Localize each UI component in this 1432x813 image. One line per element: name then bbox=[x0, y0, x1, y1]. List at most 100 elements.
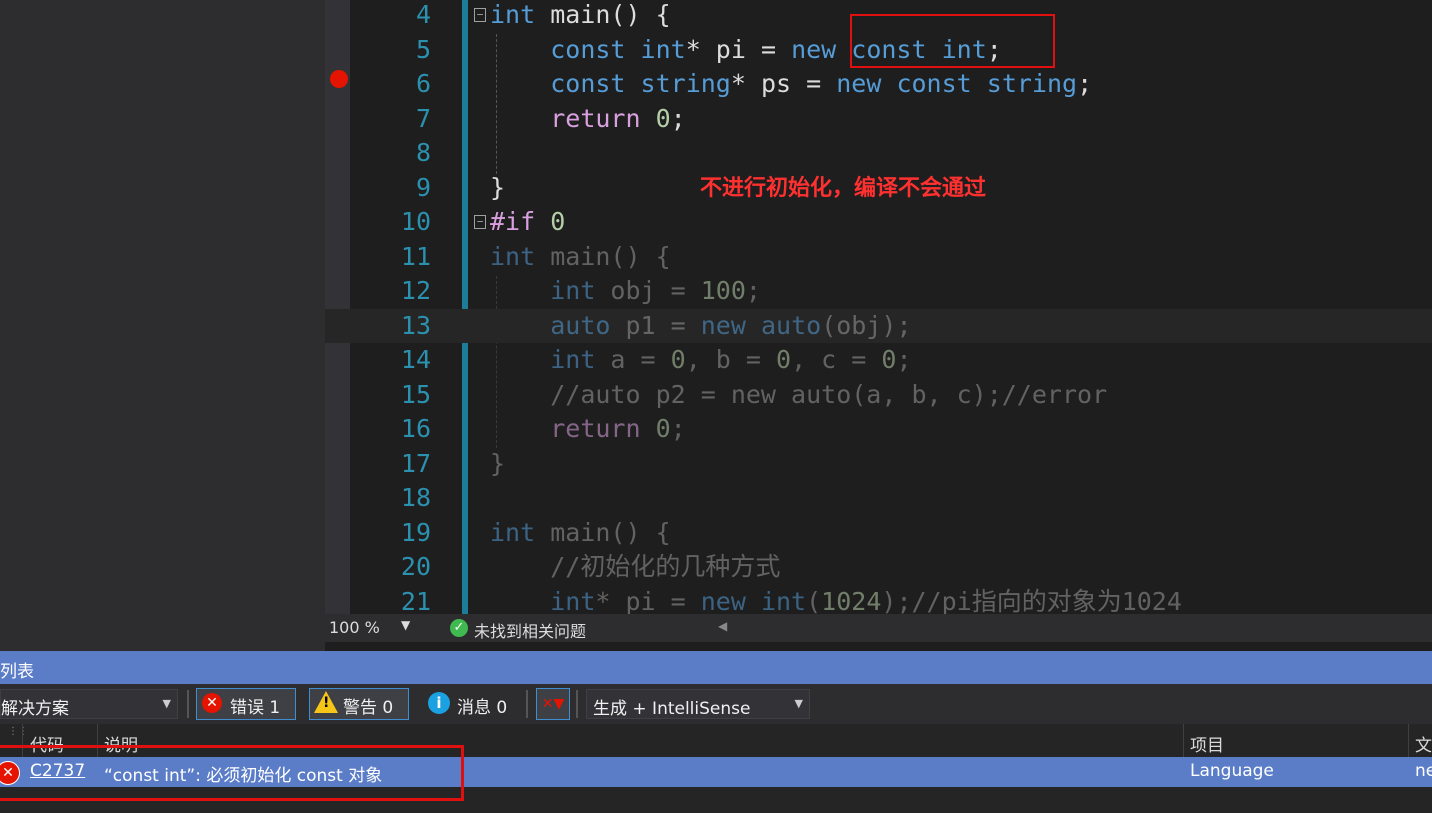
line-number: 16 bbox=[400, 414, 431, 443]
line-number: 10 bbox=[400, 207, 431, 236]
line-number: 5 bbox=[415, 34, 431, 64]
column-divider[interactable] bbox=[1408, 724, 1409, 757]
info-icon[interactable]: i bbox=[428, 692, 450, 714]
line-number: 21 bbox=[400, 586, 431, 615]
code-line[interactable]: 12 int obj = 100; bbox=[325, 274, 1432, 309]
annotation-text: 不进行初始化，编译不会通过 bbox=[700, 176, 987, 201]
code-token: int bbox=[640, 34, 686, 64]
scroll-left-icon[interactable]: ◀ bbox=[718, 619, 727, 633]
code-line[interactable]: 18 bbox=[325, 481, 1432, 516]
code-text: #if 0 bbox=[490, 205, 565, 240]
code-editor[interactable]: 4− int main() {5 const int* pi = new cons… bbox=[325, 0, 1432, 614]
code-text: int main() { bbox=[490, 0, 671, 33]
code-text: //auto p2 = new auto(a, b, c);//error bbox=[490, 378, 1107, 413]
line-number: 19 bbox=[400, 517, 431, 547]
code-token: //pi指向的对象为1024 bbox=[911, 586, 1182, 615]
code-token: , c = bbox=[791, 345, 882, 374]
header-file[interactable]: 文 bbox=[1415, 731, 1432, 756]
code-token: obj = bbox=[595, 276, 701, 305]
column-divider[interactable] bbox=[1183, 724, 1184, 757]
code-token: const bbox=[550, 34, 626, 64]
panel-title: 列表 bbox=[0, 662, 34, 682]
code-token: } bbox=[490, 172, 506, 202]
warnings-label: 警告 0 bbox=[343, 698, 394, 718]
code-token: int bbox=[760, 586, 807, 615]
line-number: 6 bbox=[415, 69, 431, 98]
code-token: ; bbox=[1077, 69, 1093, 98]
code-line[interactable]: 13 auto p1 = new auto(obj); bbox=[325, 308, 1432, 343]
errors-filter-button[interactable]: ✕ 错误 1 bbox=[196, 688, 296, 720]
code-token: main() { bbox=[535, 241, 671, 271]
header-project[interactable]: 项目 bbox=[1190, 731, 1224, 756]
issues-status[interactable]: 未找到相关问题 bbox=[474, 618, 586, 642]
warnings-filter-button[interactable]: ! 警告 0 bbox=[309, 688, 409, 720]
fold-collapse-icon[interactable]: − bbox=[474, 8, 486, 22]
code-text: int main() { bbox=[490, 240, 671, 275]
line-number: 15 bbox=[400, 379, 431, 409]
error-list-toolbar: 解决方案 ▼ ✕ 错误 1 ! 警告 0 i 消息 0 ✕▼ 生成 + Inte… bbox=[0, 684, 1432, 724]
code-line[interactable]: 14 int a = 0, b = 0, c = 0; bbox=[325, 343, 1432, 378]
line-number: 11 bbox=[400, 241, 431, 271]
code-token: ); bbox=[881, 586, 912, 615]
line-number: 18 bbox=[400, 483, 431, 512]
fold-collapse-icon[interactable]: − bbox=[474, 215, 486, 229]
code-line[interactable]: 7 return 0; bbox=[325, 102, 1432, 137]
code-line[interactable]: 10 − #if 0 bbox=[325, 205, 1432, 240]
code-token: 0 bbox=[881, 345, 897, 374]
code-line[interactable]: 16 return 0; bbox=[325, 412, 1432, 447]
column-grip-icon[interactable]: ⋮⋮ bbox=[8, 726, 28, 737]
clear-filter-icon[interactable]: ✕▼ bbox=[536, 688, 570, 720]
code-line[interactable]: 11 int main() { bbox=[325, 240, 1432, 275]
code-token: ; bbox=[896, 345, 912, 374]
code-token: int bbox=[550, 345, 596, 374]
code-line[interactable]: 21 int* pi = new int(1024);//pi指向的对象为102… bbox=[325, 585, 1432, 615]
line-number: 12 bbox=[400, 276, 431, 305]
code-token: * ps = bbox=[730, 69, 837, 98]
build-filter-select[interactable]: 生成 + IntelliSense ▼ bbox=[586, 689, 810, 719]
code-token: ; bbox=[670, 103, 686, 133]
code-token: auto bbox=[550, 310, 611, 340]
line-number: 9 bbox=[415, 172, 431, 202]
code-token: new bbox=[700, 586, 746, 615]
code-token: int bbox=[490, 241, 536, 271]
error-icon: ✕ bbox=[202, 693, 222, 713]
zoom-level[interactable]: 100 % bbox=[329, 618, 380, 637]
code-text: return 0; bbox=[490, 102, 686, 137]
code-line[interactable]: 20 //初始化的几种方式 bbox=[325, 550, 1432, 585]
code-token: string bbox=[986, 69, 1078, 98]
code-line[interactable]: 17} bbox=[325, 447, 1432, 482]
line-number: 13 bbox=[400, 310, 431, 340]
code-token: string bbox=[640, 69, 731, 98]
line-number: 17 bbox=[400, 448, 431, 478]
code-text: } bbox=[490, 171, 505, 206]
code-token: return bbox=[550, 103, 641, 133]
line-number: 14 bbox=[400, 345, 431, 374]
editor-status-bar: 100 % ▼ ✓ 未找到相关问题 ◀ bbox=[325, 614, 1432, 642]
code-line[interactable]: 19 int main() { bbox=[325, 516, 1432, 551]
code-token: return bbox=[550, 414, 641, 443]
code-token: main() { bbox=[535, 517, 671, 547]
messages-label[interactable]: 消息 0 bbox=[457, 693, 507, 718]
scope-select[interactable]: 解决方案 ▼ bbox=[0, 689, 178, 719]
code-token: int bbox=[490, 0, 536, 29]
code-line[interactable]: 8 bbox=[325, 136, 1432, 171]
code-line[interactable]: 15 //auto p2 = new auto(a, b, c);//error bbox=[325, 378, 1432, 413]
code-token: auto bbox=[760, 310, 822, 340]
code-token: * pi = bbox=[685, 34, 792, 64]
code-token: 0 bbox=[670, 345, 686, 374]
zoom-dropdown-icon[interactable]: ▼ bbox=[401, 618, 410, 632]
code-token: 100 bbox=[700, 276, 746, 305]
code-line[interactable]: 6 const string* ps = new const string; bbox=[325, 67, 1432, 102]
code-text: int obj = 100; bbox=[490, 274, 761, 309]
